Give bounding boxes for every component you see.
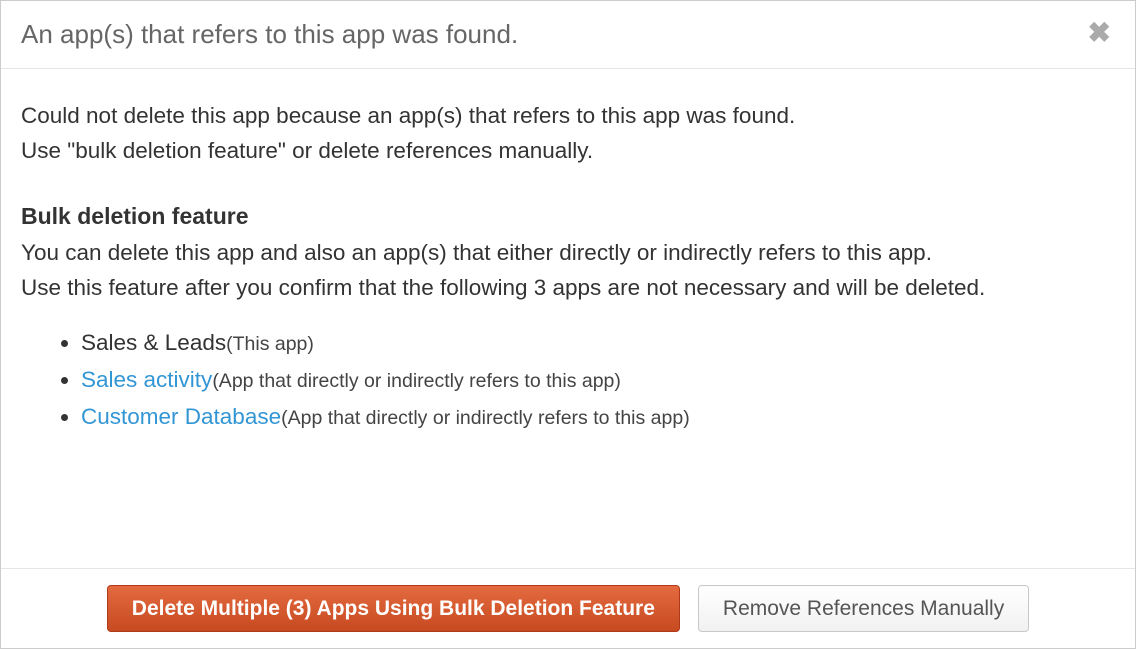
list-item: Sales & Leads(This app) xyxy=(81,326,1115,361)
delete-multiple-button[interactable]: Delete Multiple (3) Apps Using Bulk Dele… xyxy=(107,585,680,632)
app-list: Sales & Leads(This app) Sales activity(A… xyxy=(21,326,1115,435)
app-link[interactable]: Sales activity xyxy=(81,367,212,392)
dialog-body: Could not delete this app because an app… xyxy=(1,69,1135,568)
app-note: (App that directly or indirectly refers … xyxy=(281,407,690,429)
list-item: Customer Database(App that directly or i… xyxy=(81,400,1115,435)
list-item: Sales activity(App that directly or indi… xyxy=(81,363,1115,398)
app-name: Sales & Leads xyxy=(81,330,226,355)
intro-text: Could not delete this app because an app… xyxy=(21,99,1115,169)
intro-line: Could not delete this app because an app… xyxy=(21,99,1115,134)
desc-line: Use this feature after you confirm that … xyxy=(21,271,1115,306)
app-note: (This app) xyxy=(226,333,314,355)
desc-line: You can delete this app and also an app(… xyxy=(21,236,1115,271)
intro-line: Use "bulk deletion feature" or delete re… xyxy=(21,134,1115,169)
section-heading: Bulk deletion feature xyxy=(21,199,1115,235)
dialog-title: An app(s) that refers to this app was fo… xyxy=(21,19,518,50)
app-note: (App that directly or indirectly refers … xyxy=(212,370,621,392)
app-link[interactable]: Customer Database xyxy=(81,404,281,429)
dialog-header: An app(s) that refers to this app was fo… xyxy=(1,1,1135,69)
remove-references-button[interactable]: Remove References Manually xyxy=(698,585,1029,632)
dialog-footer: Delete Multiple (3) Apps Using Bulk Dele… xyxy=(1,568,1135,648)
section-description: You can delete this app and also an app(… xyxy=(21,236,1115,306)
dialog: An app(s) that refers to this app was fo… xyxy=(0,0,1136,649)
close-icon[interactable]: ✖ xyxy=(1084,19,1115,47)
